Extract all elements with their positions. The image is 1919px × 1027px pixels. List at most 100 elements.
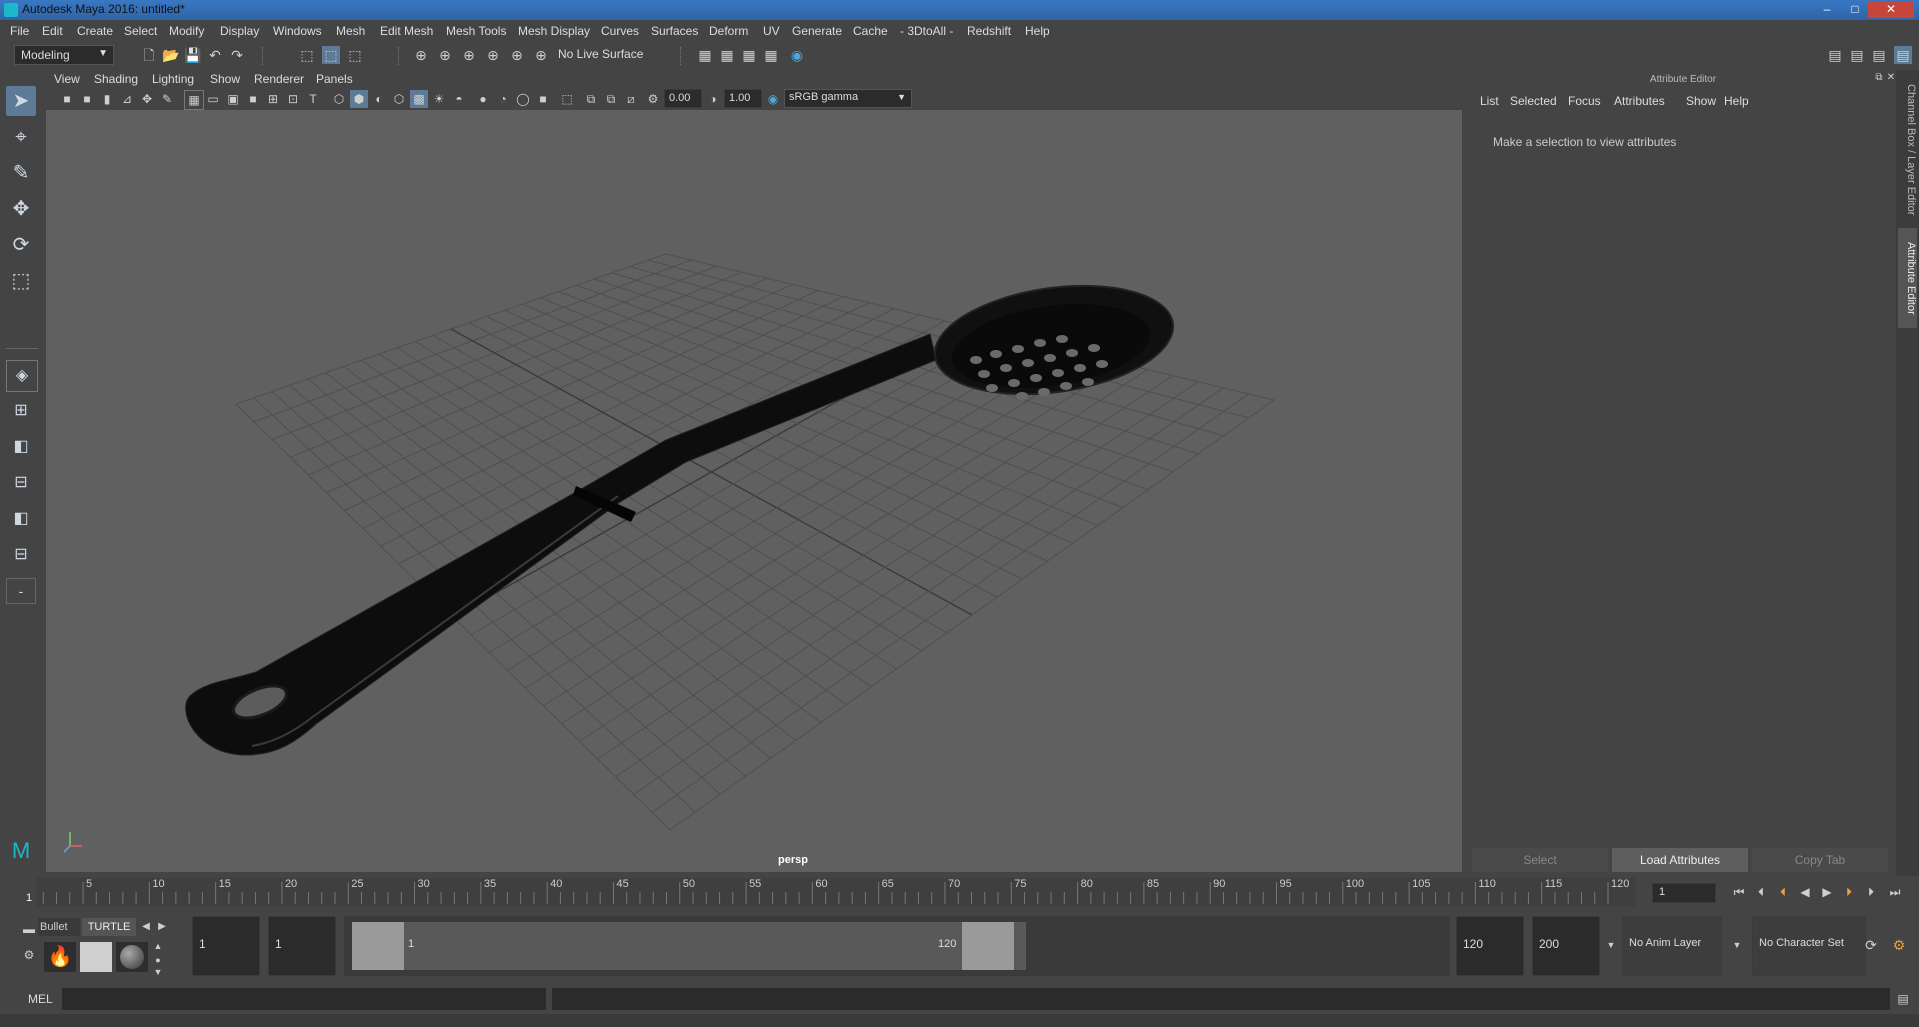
- menu-mesh[interactable]: Mesh: [336, 24, 365, 38]
- attr-menu-help[interactable]: Help: [1724, 94, 1749, 108]
- bookmark-icon[interactable]: ▮: [98, 90, 116, 108]
- camera-attributes-icon[interactable]: ■: [78, 90, 96, 108]
- xray-active-icon[interactable]: ⧉: [602, 90, 620, 108]
- image-plane-icon[interactable]: ⊿: [118, 90, 136, 108]
- panel-menu-view[interactable]: View: [54, 72, 80, 86]
- command-input[interactable]: [62, 988, 546, 1010]
- attribute-editor-tab[interactable]: Attribute Editor: [1898, 228, 1917, 328]
- next-key-icon[interactable]: ⏵: [1840, 883, 1858, 901]
- hypershade-layout-icon[interactable]: ⊟: [6, 540, 36, 570]
- isolate-select-icon[interactable]: ⬚: [558, 90, 576, 108]
- color-management-icon[interactable]: ◉: [764, 90, 782, 108]
- menu-edit-mesh[interactable]: Edit Mesh: [380, 24, 433, 38]
- render-current-icon[interactable]: ▦: [718, 46, 736, 64]
- auto-key-icon[interactable]: ⟳: [1862, 936, 1880, 954]
- scale-tool-icon[interactable]: ⬚: [6, 266, 36, 296]
- material-sphere-shelf-icon[interactable]: [116, 942, 148, 972]
- channel-box-toggle-icon[interactable]: ▤: [1894, 46, 1912, 64]
- snap-grid-icon[interactable]: ⊕: [412, 46, 430, 64]
- four-view-layout-icon[interactable]: ⊞: [6, 396, 36, 426]
- exposure-icon[interactable]: ⚙: [644, 90, 662, 108]
- rotate-tool-icon[interactable]: ⟳: [6, 230, 36, 260]
- film-gate-icon[interactable]: ▭: [204, 90, 222, 108]
- play-forwards-icon[interactable]: ▶: [1818, 883, 1836, 901]
- modeling-toolkit-icon[interactable]: ▤: [1826, 46, 1844, 64]
- select-object-icon[interactable]: ⬚: [322, 46, 340, 64]
- anim-layer-field[interactable]: No Anim Layer: [1622, 916, 1722, 976]
- resolution-gate-icon[interactable]: ▣: [224, 90, 242, 108]
- end-time-field[interactable]: 200: [1532, 916, 1600, 976]
- textured-icon[interactable]: ▩: [410, 90, 428, 108]
- panel-menu-renderer[interactable]: Renderer: [254, 72, 304, 86]
- attr-menu-selected[interactable]: Selected: [1510, 94, 1557, 108]
- wireframe-on-shaded-icon[interactable]: ⬡: [390, 90, 408, 108]
- menu-3dtoall[interactable]: - 3DtoAll -: [900, 24, 953, 38]
- menu-edit[interactable]: Edit: [42, 24, 63, 38]
- field-chart-icon[interactable]: ⊞: [264, 90, 282, 108]
- snap-curve-icon[interactable]: ⊕: [436, 46, 454, 64]
- attr-menu-show[interactable]: Show: [1686, 94, 1716, 108]
- fire-effect-shelf-icon[interactable]: 🔥: [44, 942, 76, 972]
- single-perspective-layout-icon[interactable]: ◈: [6, 360, 38, 392]
- shelf-scroll-down-icon[interactable]: ▼: [152, 966, 164, 978]
- select-hierarchy-icon[interactable]: ⬚: [298, 46, 316, 64]
- shelf-scroll-left-icon[interactable]: ◀: [140, 918, 152, 936]
- screen-space-ao-icon[interactable]: ●: [474, 90, 492, 108]
- paint-select-tool-icon[interactable]: ✎: [6, 158, 36, 188]
- outliner-icon[interactable]: ▤: [1848, 46, 1866, 64]
- step-back-icon[interactable]: ⏴: [1752, 883, 1770, 901]
- live-surface-field[interactable]: No Live Surface: [552, 45, 654, 65]
- menu-generate[interactable]: Generate: [792, 24, 842, 38]
- redo-icon[interactable]: ↷: [228, 46, 246, 64]
- time-slider[interactable]: 5 10 15 20 25 30 35 40 45 50 55 60 65 70 75 80 85 90 95 100…: [26, 878, 1636, 906]
- menu-display[interactable]: Display: [220, 24, 259, 38]
- go-to-start-icon[interactable]: ⏮: [1730, 883, 1748, 901]
- lasso-tool-icon[interactable]: ⌖: [6, 122, 36, 152]
- menu-redshift[interactable]: Redshift: [967, 24, 1011, 38]
- render-view-icon[interactable]: ▦: [762, 46, 780, 64]
- gamma-field[interactable]: 1.00: [724, 89, 762, 108]
- tool-settings-icon[interactable]: ▤: [1870, 46, 1888, 64]
- menu-curves[interactable]: Curves: [601, 24, 639, 38]
- command-language-label[interactable]: MEL: [28, 992, 53, 1006]
- shelf-scroll-dot-icon[interactable]: ●: [152, 954, 164, 966]
- use-all-lights-icon[interactable]: ☀: [430, 90, 448, 108]
- chevron-down-icon[interactable]: ▼: [1728, 936, 1746, 954]
- go-to-end-icon[interactable]: ⏭: [1886, 883, 1904, 901]
- playback-start-field[interactable]: 1: [268, 916, 336, 976]
- attr-menu-list[interactable]: List: [1480, 94, 1499, 108]
- menu-deform[interactable]: Deform: [709, 24, 748, 38]
- menu-windows[interactable]: Windows: [273, 24, 322, 38]
- channel-box-tab[interactable]: Channel Box / Layer Editor: [1898, 80, 1917, 220]
- ipr-render-icon[interactable]: ▦: [740, 46, 758, 64]
- menu-mesh-display[interactable]: Mesh Display: [518, 24, 590, 38]
- xray-joints-icon[interactable]: ⧄: [622, 90, 640, 108]
- shelf-menu-icon[interactable]: ▬: [20, 920, 38, 938]
- current-frame-field[interactable]: 1: [1652, 883, 1716, 903]
- range-slider-bar[interactable]: [352, 922, 1026, 970]
- shelf-tab-turtle[interactable]: TURTLE: [82, 918, 136, 936]
- grease-pencil-icon[interactable]: ✎: [158, 90, 176, 108]
- camera-select-icon[interactable]: ■: [58, 90, 76, 108]
- menu-surfaces[interactable]: Surfaces: [651, 24, 698, 38]
- safe-action-icon[interactable]: ⊡: [284, 90, 302, 108]
- step-forward-icon[interactable]: ⏵: [1862, 883, 1880, 901]
- undo-icon[interactable]: ↶: [206, 46, 224, 64]
- select-component-icon[interactable]: ⬚: [346, 46, 364, 64]
- shelf-scroll-right-icon[interactable]: ▶: [156, 918, 168, 936]
- wireframe-icon[interactable]: ⬡: [330, 90, 348, 108]
- minimize-button[interactable]: –: [1814, 1, 1840, 18]
- chevron-down-icon[interactable]: ▼: [1602, 936, 1620, 954]
- 2d-pan-zoom-icon[interactable]: ✥: [138, 90, 156, 108]
- menu-select[interactable]: Select: [124, 24, 157, 38]
- menuset-dropdown[interactable]: Modeling ▼: [14, 45, 114, 65]
- script-editor-icon[interactable]: ▤: [1894, 990, 1912, 1008]
- outliner-persp-graph-layout-icon[interactable]: ◧: [6, 504, 36, 534]
- panel-menu-panels[interactable]: Panels: [316, 72, 353, 86]
- menu-uv[interactable]: UV: [763, 24, 780, 38]
- save-scene-icon[interactable]: 💾: [184, 46, 202, 64]
- view-transform-dropdown[interactable]: sRGB gamma ▼: [784, 89, 912, 108]
- hypershade-icon[interactable]: ◉: [788, 46, 806, 64]
- grid-toggle-icon[interactable]: ▦: [184, 90, 204, 110]
- shelf-settings-icon[interactable]: ⚙: [20, 946, 38, 964]
